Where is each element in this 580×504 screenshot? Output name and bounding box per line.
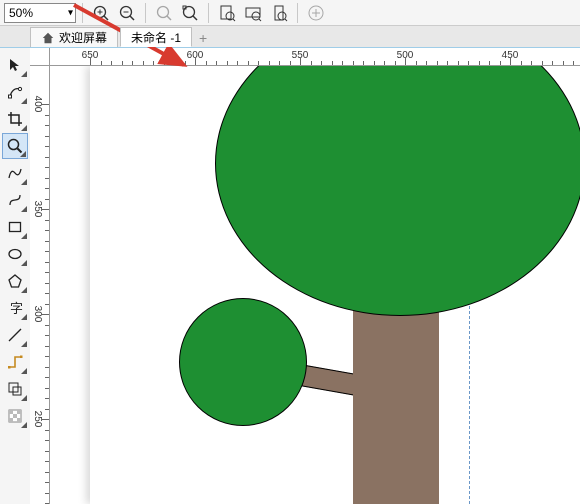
zoom-value-text: 50% xyxy=(9,6,33,20)
text-tool[interactable]: 字 xyxy=(2,295,28,321)
toolbar-divider xyxy=(208,3,209,23)
shape-small-circle[interactable] xyxy=(179,298,307,426)
compound-tool[interactable] xyxy=(2,376,28,402)
freehand-tool[interactable] xyxy=(2,160,28,186)
document-tabs: 欢迎屏幕 未命名 -1 + xyxy=(0,26,580,48)
new-doc-button xyxy=(304,2,328,24)
horizontal-ruler[interactable]: 650600550500450400 xyxy=(50,48,580,66)
shape-trunk[interactable] xyxy=(353,301,439,504)
chevron-down-icon: ▾ xyxy=(68,7,73,18)
workspace: 字 650600550500450400 400350300250200 xyxy=(0,48,580,504)
ellipse-tool[interactable] xyxy=(2,241,28,267)
zoom-height-button[interactable] xyxy=(267,2,291,24)
toolbar-divider xyxy=(145,3,146,23)
tab-document-1[interactable]: 未命名 -1 xyxy=(120,27,192,47)
new-tab-button[interactable]: + xyxy=(194,29,212,47)
tab-welcome[interactable]: 欢迎屏幕 xyxy=(30,27,118,47)
zoom-width-button[interactable] xyxy=(241,2,265,24)
line-tool[interactable] xyxy=(2,322,28,348)
polygon-tool[interactable] xyxy=(2,268,28,294)
vertical-ruler[interactable]: 400350300250200 xyxy=(30,66,50,504)
canvas-page[interactable] xyxy=(90,66,580,504)
toolbar-divider xyxy=(297,3,298,23)
zoom-page-button[interactable] xyxy=(215,2,239,24)
toolbar-divider xyxy=(82,3,83,23)
svg-text:字: 字 xyxy=(10,301,23,316)
tab-label: 欢迎屏幕 xyxy=(59,29,107,46)
transparency-tool[interactable] xyxy=(2,403,28,429)
shape-big-circle[interactable] xyxy=(215,66,580,316)
toolbox: 字 xyxy=(0,48,30,504)
ruler-container: 650600550500450400 400350300250200 xyxy=(30,48,580,504)
shape-tool[interactable] xyxy=(2,79,28,105)
zoom-level-combo[interactable]: 50% ▾ xyxy=(4,3,76,23)
connector-tool[interactable] xyxy=(2,349,28,375)
zoom-tool[interactable] xyxy=(2,133,28,159)
tab-label: 未命名 -1 xyxy=(131,29,181,46)
zoom-out-button[interactable] xyxy=(115,2,139,24)
zoom-all-button[interactable] xyxy=(178,2,202,24)
plus-icon: + xyxy=(199,30,207,46)
bezier-tool[interactable] xyxy=(2,187,28,213)
zoom-in-button[interactable] xyxy=(89,2,113,24)
zoom-selection-button xyxy=(152,2,176,24)
pick-tool[interactable] xyxy=(2,52,28,78)
home-icon xyxy=(41,31,55,45)
top-toolbar: 50% ▾ xyxy=(0,0,580,26)
crop-tool[interactable] xyxy=(2,106,28,132)
rectangle-tool[interactable] xyxy=(2,214,28,240)
ruler-corner xyxy=(30,48,50,66)
canvas-area[interactable] xyxy=(50,66,580,504)
